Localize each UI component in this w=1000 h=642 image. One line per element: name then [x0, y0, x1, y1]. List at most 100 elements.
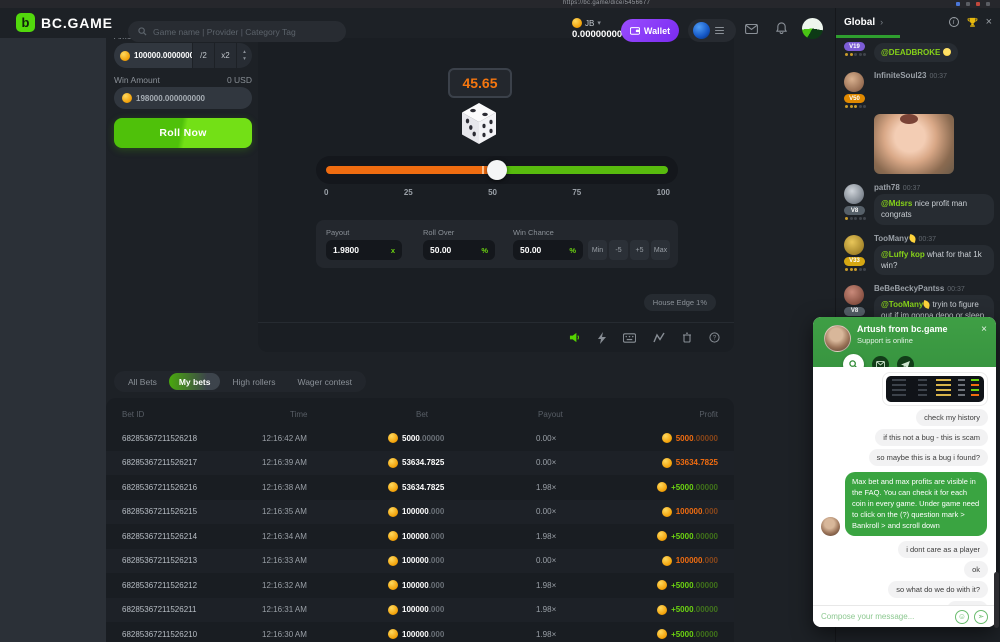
close-chat-icon[interactable]: ×	[986, 16, 992, 28]
user-menu[interactable]	[688, 19, 736, 42]
tab-high-rollers[interactable]: High rollers	[222, 373, 285, 390]
agent-message-row: Max bet and max profits are visible in t…	[821, 472, 987, 536]
coin-icon	[388, 507, 398, 517]
payout-field[interactable]: 1.9800 x	[326, 240, 402, 260]
chevron-right-icon[interactable]: ›	[880, 17, 883, 27]
minus-5-button[interactable]: -5	[609, 240, 628, 260]
table-row[interactable]: 68285367211526218 12:16:42 AM 5000.00000…	[106, 426, 734, 451]
close-support-icon[interactable]: ×	[981, 324, 987, 335]
table-row[interactable]: 68285367211526214 12:16:34 AM 100000.000…	[106, 524, 734, 549]
help-icon[interactable]: ?	[709, 332, 720, 343]
search-input[interactable]: Game name | Provider | Category Tag	[128, 21, 346, 42]
bet-amount-value[interactable]: 100000.00000000	[134, 51, 192, 60]
avatar[interactable]	[844, 184, 864, 204]
balance-selector[interactable]: JB ▾ 0.00000000	[572, 18, 622, 40]
browser-url[interactable]: https://bc.game/dice/5456677	[563, 0, 650, 6]
left-sidebar-strip	[0, 30, 106, 642]
table-row[interactable]: 68285367211526211 12:16:31 AM 100000.000…	[106, 598, 734, 623]
avatar[interactable]	[844, 72, 864, 92]
chat-room-title[interactable]: Global	[844, 17, 875, 28]
emoji-picker-icon[interactable]: ☺	[955, 610, 969, 624]
menu-lines-icon	[715, 25, 724, 36]
roll-over-field[interactable]: 50.00 %	[423, 240, 495, 260]
tab-all-bets[interactable]: All Bets	[118, 373, 167, 390]
level-badge: V8	[844, 206, 865, 215]
history-screenshot-bubble[interactable]	[882, 372, 988, 406]
tab-wager-contest[interactable]: Wager contest	[287, 373, 362, 390]
chat-username[interactable]: TooMany	[874, 234, 909, 243]
chat-username[interactable]: InfiniteSoul23	[874, 71, 926, 80]
scrollbar-thumb[interactable]	[994, 572, 999, 628]
tab-my-bets[interactable]: My bets	[169, 373, 221, 390]
payout-value: 1.9800	[333, 245, 359, 255]
game-footer-toolbar: ?	[258, 322, 734, 352]
message-bubble: @Luffy kop what for that 1k win?	[874, 245, 994, 275]
chevron-down-icon: ▾	[597, 19, 601, 27]
coin-icon	[388, 580, 398, 590]
notifications-bell-icon[interactable]	[776, 21, 787, 39]
chat-rules-info-icon[interactable]: i	[949, 17, 959, 27]
user-message: check my history	[916, 409, 988, 426]
avatar[interactable]	[844, 235, 864, 255]
min-button[interactable]: Min	[588, 240, 607, 260]
max-button[interactable]: Max	[651, 240, 670, 260]
chat-timestamp: 00:37	[903, 185, 921, 192]
table-row[interactable]: 68285367211526210 12:16:30 AM 100000.000…	[106, 622, 734, 642]
coin-icon	[388, 556, 398, 566]
support-chat-widget: Artush from bc.game Support is online ×	[813, 317, 996, 627]
half-bet-button[interactable]: /2	[193, 43, 214, 68]
chat-image-crying-baby[interactable]	[874, 114, 954, 174]
coin-icon	[120, 51, 130, 61]
table-row[interactable]: 68285367211526216 12:16:38 AM 53634.7825…	[106, 475, 734, 500]
table-row[interactable]: 68285367211526213 12:16:33 AM 100000.000…	[106, 549, 734, 574]
col-payout: Payout	[536, 410, 640, 419]
send-message-icon[interactable]: ➣	[974, 610, 988, 624]
bc-game-dice-page: https://bc.game/dice/5456677 b BC.GAME G…	[0, 0, 1000, 642]
clear-trash-icon[interactable]	[682, 332, 692, 343]
instant-bet-lightning-icon[interactable]	[598, 332, 606, 344]
svg-text:?: ?	[713, 335, 717, 342]
game-controls-box: Payout 1.9800 x Roll Over 50.00 % Win Ch…	[316, 220, 678, 268]
payout-label: Payout	[326, 228, 349, 237]
multiplier-x-icon: x	[391, 246, 395, 255]
percent-icon: %	[569, 246, 576, 255]
bc-game-logo[interactable]: b BC.GAME	[16, 13, 113, 32]
amount-stepper[interactable]: ▴▾	[237, 43, 252, 68]
bet-amount-input[interactable]: 100000.00000000 /2 x2 ▴▾	[114, 43, 252, 68]
wager-level-dots	[845, 217, 866, 220]
table-row[interactable]: 68285367211526215 12:16:35 AM 100000.000…	[106, 500, 734, 525]
plus-5-button[interactable]: +5	[630, 240, 649, 260]
trophy-icon[interactable]	[967, 17, 978, 28]
wallet-button[interactable]: Wallet	[621, 19, 679, 42]
roll-result-value: 45.65	[462, 75, 497, 91]
messages-icon[interactable]	[745, 21, 758, 39]
table-row[interactable]: 68285367211526212 12:16:32 AM 100000.000…	[106, 573, 734, 598]
slider-track[interactable]	[326, 166, 668, 174]
sound-icon[interactable]	[569, 332, 581, 343]
coin-icon	[657, 580, 667, 590]
user-message: ok	[964, 561, 988, 578]
chat-timestamp: 00:37	[947, 286, 965, 293]
coin-icon	[662, 433, 672, 443]
support-conversation: check my history if this not a bug - thi…	[813, 367, 996, 605]
roll-slider[interactable]	[316, 156, 678, 184]
hotkeys-keyboard-icon[interactable]	[623, 333, 636, 343]
coin-icon	[388, 629, 398, 639]
slider-knob[interactable]	[487, 160, 507, 180]
spin-promo-icon[interactable]	[802, 18, 823, 39]
chat-header: Global › i ×	[836, 8, 1000, 36]
double-bet-button[interactable]: x2	[215, 43, 236, 68]
coin-icon	[388, 433, 398, 443]
compose-placeholder[interactable]: Compose your message...	[821, 612, 950, 621]
bets-tabs: All Bets My bets High rollers Wager cont…	[114, 371, 366, 392]
chat-username[interactable]: BeBeBeckyPantss	[874, 284, 944, 293]
trends-icon[interactable]	[653, 332, 665, 343]
win-chance-field[interactable]: 50.00 %	[513, 240, 583, 260]
avatar[interactable]	[844, 285, 864, 305]
table-row[interactable]: 68285367211526217 12:16:39 AM 53634.7825…	[106, 451, 734, 476]
roll-now-button[interactable]: Roll Now	[114, 118, 252, 148]
roll-over-label: Roll Over	[423, 228, 454, 237]
support-agent-avatar	[821, 517, 840, 536]
support-compose-bar[interactable]: Compose your message... ☺ ➣	[813, 605, 996, 627]
chat-username[interactable]: path78	[874, 183, 900, 192]
